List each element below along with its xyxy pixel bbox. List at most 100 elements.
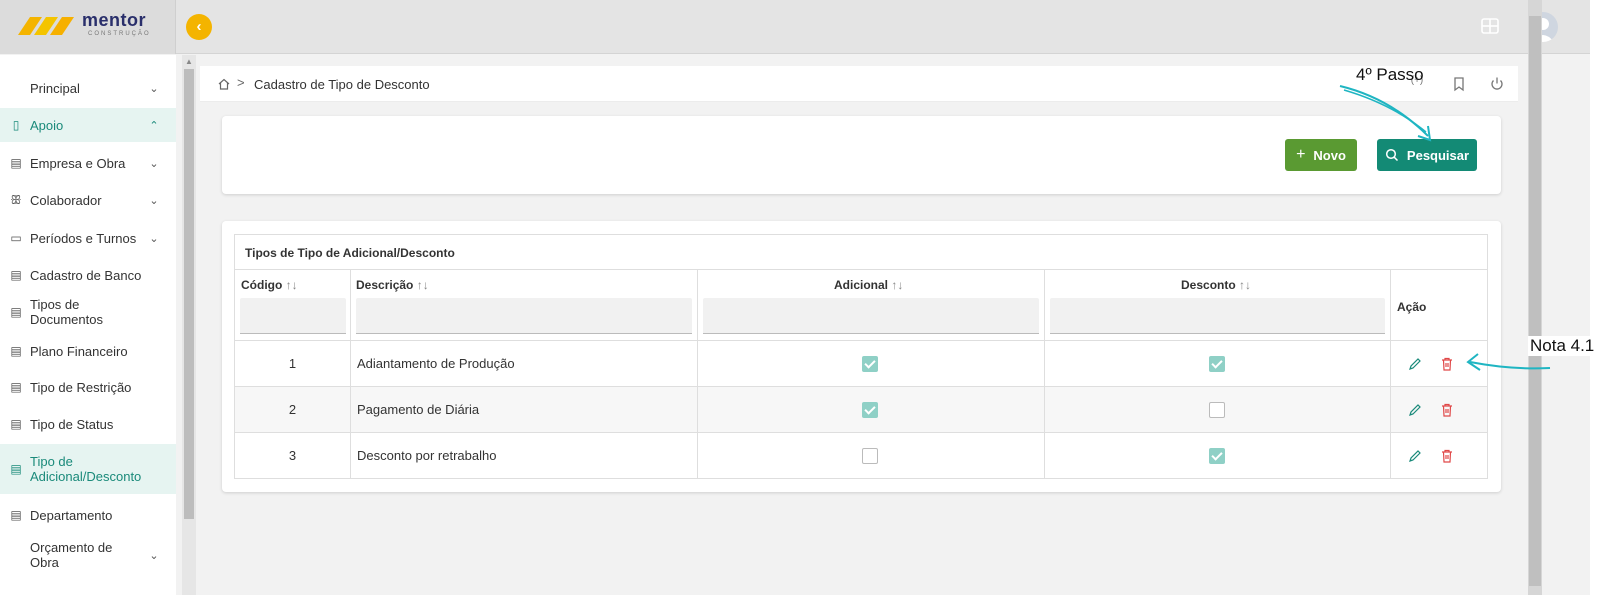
- actions-card: + Novo Pesquisar: [222, 116, 1501, 194]
- bookmark-icon[interactable]: [1450, 75, 1468, 93]
- column-header-acao: Ação: [1391, 269, 1488, 341]
- list-icon: ▤: [10, 305, 22, 319]
- users-icon: ꕥ: [10, 192, 22, 207]
- list-icon: ▤: [10, 462, 22, 476]
- sidebar-item-plano-financeiro[interactable]: ▤ Plano Financeiro: [0, 334, 176, 368]
- list-icon: ▤: [10, 508, 22, 522]
- table-cell-acao: [1391, 433, 1488, 479]
- table-cell-codigo: 1: [234, 341, 351, 387]
- sidebar-item-label: Períodos e Turnos: [30, 230, 137, 246]
- sidebar-item-label: Plano Financeiro: [30, 343, 128, 359]
- table-cell-desconto: [1045, 433, 1391, 479]
- desconto-filter-input[interactable]: [1050, 298, 1385, 334]
- codigo-filter-input[interactable]: [240, 298, 346, 334]
- table-title-bar: Tipos de Tipo de Adicional/Desconto: [234, 234, 1488, 270]
- sidebar: Principal ⌄ ▯ Apoio ⌃ ▤ Empresa e Obra ⌄…: [0, 55, 176, 595]
- pencil-icon[interactable]: [1407, 402, 1423, 418]
- sort-icon[interactable]: ↑↓: [286, 278, 298, 292]
- chevron-left-icon: ‹: [196, 18, 202, 35]
- box-icon: ▯: [12, 118, 20, 132]
- plus-icon: +: [1296, 146, 1306, 163]
- sidebar-item-cadastro-de-banco[interactable]: ▤ Cadastro de Banco: [0, 258, 176, 292]
- breadcrumb-separator: >: [237, 75, 245, 90]
- column-header-codigo[interactable]: Código ↑↓: [234, 269, 351, 341]
- sidebar-item-label: Tipo de Restrição: [30, 379, 132, 395]
- trash-icon[interactable]: [1439, 402, 1455, 418]
- adicional-checkbox[interactable]: [862, 402, 878, 418]
- column-label: Descrição ↑↓: [356, 278, 429, 292]
- grid-icon[interactable]: [1480, 16, 1500, 36]
- column-header-descricao[interactable]: Descrição ↑↓: [351, 269, 698, 341]
- column-header-desconto[interactable]: Desconto ↑↓: [1045, 269, 1391, 341]
- step-arrow: [1339, 85, 1432, 142]
- trash-icon[interactable]: [1439, 448, 1455, 464]
- top-bar: mentor CONSTRUÇÃO ‹: [0, 0, 1590, 54]
- sidebar-scrollbar-thumb[interactable]: [184, 69, 194, 519]
- sort-icon[interactable]: ↑↓: [891, 278, 903, 292]
- sort-icon[interactable]: ↑↓: [1239, 278, 1251, 292]
- breadcrumb: > Cadastro de Tipo de Desconto (+): [200, 66, 1518, 102]
- brand-name: mentor: [82, 10, 147, 30]
- adicional-filter-input[interactable]: [703, 298, 1039, 334]
- table-title: Tipos de Tipo de Adicional/Desconto: [245, 246, 455, 260]
- sidebar-item-label: Tipos de Documentos: [30, 297, 103, 327]
- sidebar-scrollbar[interactable]: ▲: [182, 55, 196, 595]
- chevron-down-icon: ⌄: [149, 232, 159, 245]
- sidebar-item-label: Cadastro de Banco: [30, 267, 142, 283]
- sidebar-item-label: Empresa e Obra: [30, 155, 126, 171]
- chevron-up-icon: ⌃: [149, 119, 159, 132]
- list-icon: ▤: [10, 344, 22, 358]
- sidebar-item-label: Tipo de Status: [30, 416, 114, 432]
- sidebar-item-label: Departamento: [30, 507, 113, 523]
- table-cell-adicional: [698, 387, 1045, 433]
- brand: mentor CONSTRUÇÃO: [0, 0, 176, 54]
- desconto-checkbox[interactable]: [1209, 356, 1225, 372]
- note-arrow: [1466, 353, 1551, 371]
- chevron-down-icon: ⌄: [149, 549, 159, 562]
- chevron-down-icon: ⌄: [149, 82, 159, 95]
- brand-logo-mark: [18, 17, 74, 35]
- sidebar-item-apoio[interactable]: ▯ Apoio ⌃: [0, 108, 176, 142]
- pencil-icon[interactable]: [1407, 448, 1423, 464]
- desconto-checkbox[interactable]: [1209, 448, 1225, 464]
- chevron-down-icon: ⌄: [149, 194, 159, 207]
- sidebar-item-empresa-e-obra[interactable]: ▤ Empresa e Obra ⌄: [0, 146, 176, 180]
- table-cell-descricao: Adiantamento de Produção: [351, 341, 698, 387]
- sidebar-item-tipo-de-status[interactable]: ▤ Tipo de Status: [0, 407, 176, 441]
- page-scrollbar-thumb[interactable]: [1529, 16, 1541, 586]
- column-label: Ação: [1397, 300, 1427, 314]
- sidebar-item-departamento[interactable]: ▤ Departamento: [0, 498, 176, 532]
- table-cell-acao: [1391, 387, 1488, 433]
- sidebar-item-periodos-e-turnos[interactable]: ▭ Períodos e Turnos ⌄: [0, 221, 176, 255]
- calendar-icon: ▭: [10, 231, 22, 245]
- collapse-sidebar-button[interactable]: ‹: [186, 14, 212, 40]
- table-cell-descricao: Pagamento de Diária: [351, 387, 698, 433]
- table-cell-codigo: 3: [234, 433, 351, 479]
- sidebar-item-principal[interactable]: Principal ⌄: [0, 71, 176, 105]
- trash-icon[interactable]: [1439, 356, 1455, 372]
- sidebar-item-colaborador[interactable]: ꕥ Colaborador ⌄: [0, 183, 176, 217]
- sidebar-item-label: Apoio: [30, 117, 64, 133]
- sort-icon[interactable]: ↑↓: [417, 278, 429, 292]
- breadcrumb-current: Cadastro de Tipo de Desconto: [254, 77, 430, 92]
- column-header-adicional[interactable]: Adicional ↑↓: [698, 269, 1045, 341]
- sidebar-item-tipos-de-documentos[interactable]: ▤ Tipos de Documentos: [0, 295, 176, 329]
- table-cell-descricao: Desconto por retrabalho: [351, 433, 698, 479]
- scroll-up-icon[interactable]: ▲: [185, 57, 193, 66]
- sidebar-item-orcamento-de-obra[interactable]: Orçamento de Obra ⌄: [0, 538, 176, 572]
- column-label: Desconto ↑↓: [1181, 278, 1252, 292]
- sidebar-item-tipo-de-adicional-desconto[interactable]: ▤ Tipo de Adicional/Desconto: [0, 444, 176, 494]
- adicional-checkbox[interactable]: [862, 356, 878, 372]
- pencil-icon[interactable]: [1407, 356, 1423, 372]
- adicional-checkbox[interactable]: [862, 448, 878, 464]
- chevron-down-icon: ⌄: [149, 157, 159, 170]
- sidebar-item-label: Tipo de Adicional/Desconto: [30, 454, 142, 484]
- descricao-filter-input[interactable]: [356, 298, 692, 334]
- page-scrollbar[interactable]: [1528, 0, 1542, 595]
- list-icon: ▤: [10, 380, 22, 394]
- desconto-checkbox[interactable]: [1209, 402, 1225, 418]
- home-icon[interactable]: [217, 77, 231, 91]
- list-icon: ▤: [10, 268, 22, 282]
- sidebar-item-tipo-de-restricao[interactable]: ▤ Tipo de Restrição: [0, 370, 176, 404]
- power-icon[interactable]: [1488, 75, 1506, 93]
